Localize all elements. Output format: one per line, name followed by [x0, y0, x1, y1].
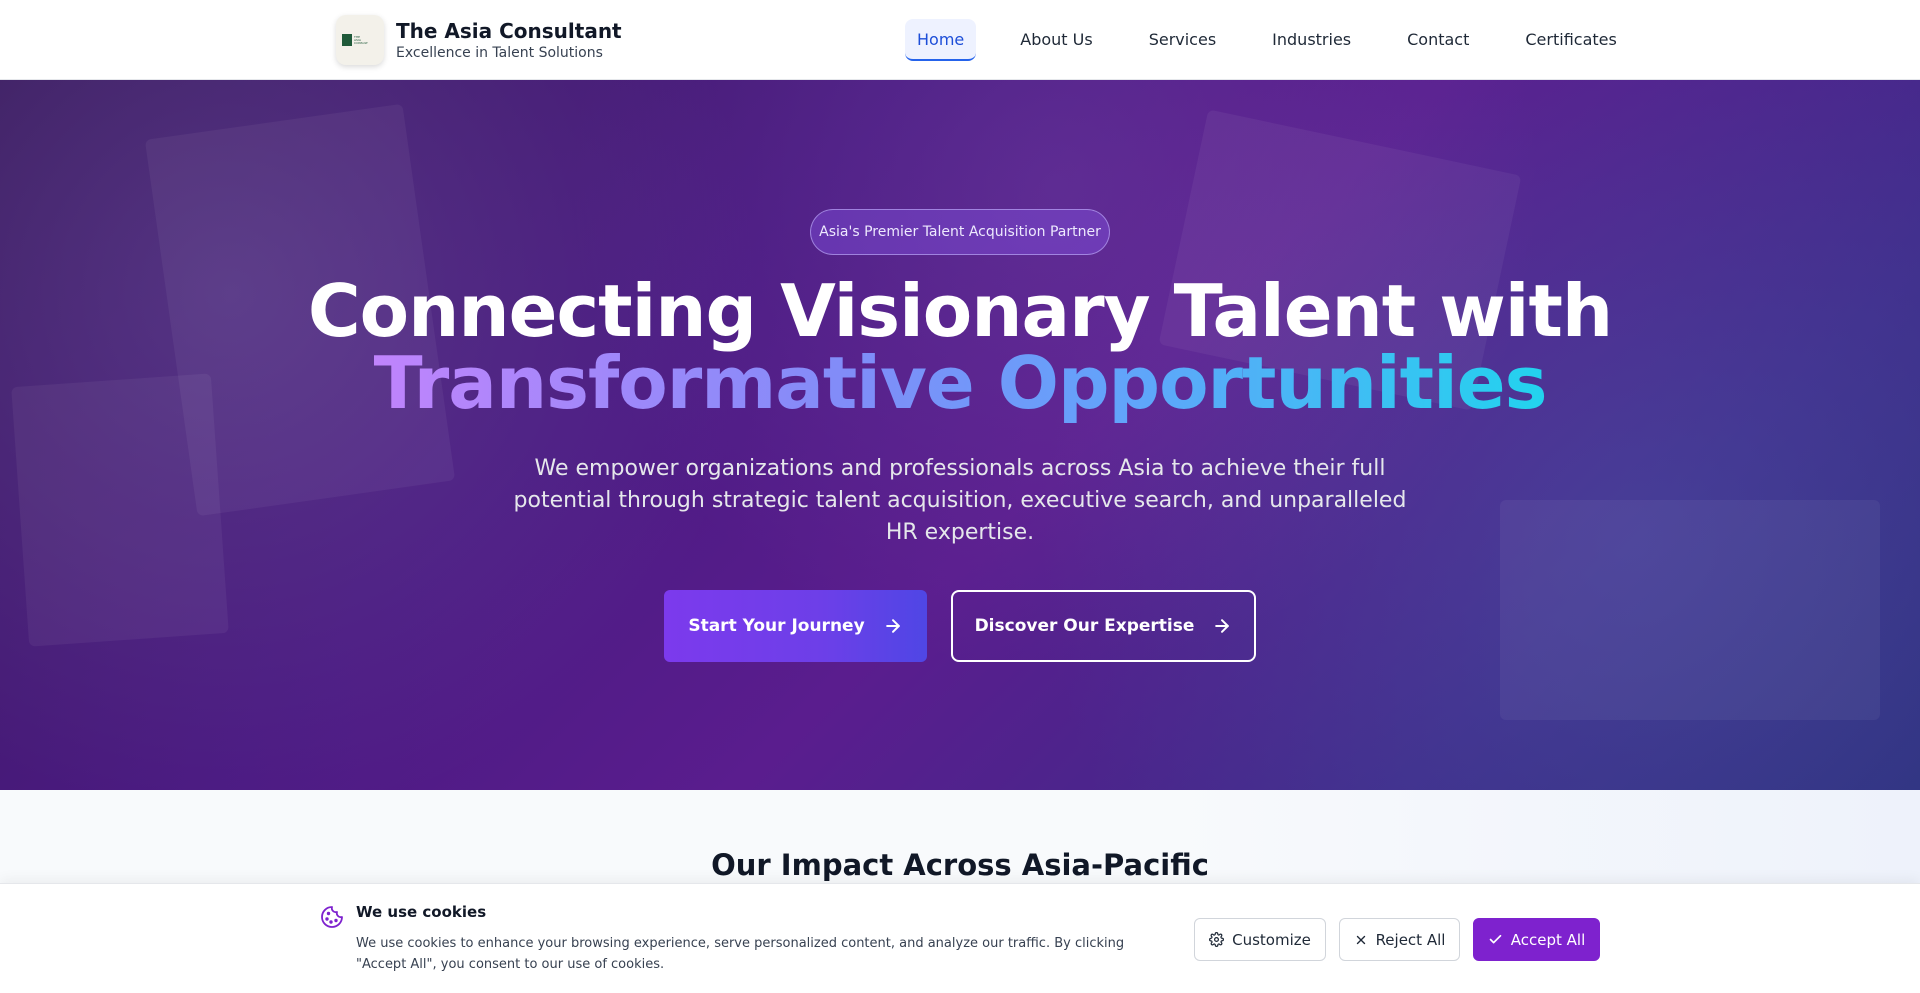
- customize-label: Customize: [1232, 930, 1311, 949]
- brand-title: The Asia Consultant: [396, 19, 622, 43]
- logo[interactable]: THE ASIA CONSULT: [336, 15, 384, 65]
- brand-subtitle: Excellence in Talent Solutions: [396, 45, 603, 61]
- logo-mark: [342, 34, 352, 46]
- nav-certificates[interactable]: Certificates: [1513, 19, 1628, 61]
- nav-home[interactable]: Home: [905, 19, 977, 61]
- accept-all-button[interactable]: Accept All: [1473, 918, 1600, 961]
- impact-title: Our Impact Across Asia-Pacific: [711, 848, 1209, 882]
- site-header: THE ASIA CONSULT The Asia Consultant Excel…: [0, 0, 1920, 80]
- nav-contact[interactable]: Contact: [1395, 19, 1481, 61]
- hero-headline-gradient: Transformative Opportunities: [373, 341, 1548, 425]
- discover-expertise-button[interactable]: Discover Our Expertise: [951, 590, 1256, 662]
- brand-text: The Asia Consultant Excellence in Talent…: [396, 18, 622, 62]
- hero-badge: Asia's Premier Talent Acquisition Partne…: [810, 209, 1110, 255]
- close-icon: [1356, 935, 1365, 944]
- gear-icon: [1209, 932, 1225, 947]
- brand[interactable]: THE ASIA CONSULT The Asia Consultant Excel…: [336, 15, 622, 65]
- reject-all-button[interactable]: Reject All: [1339, 918, 1460, 961]
- customize-button[interactable]: Customize: [1194, 918, 1326, 961]
- logo-lettering: THE ASIA CONSULT: [354, 34, 368, 45]
- hero-section: Asia's Premier Talent Acquisition Partne…: [0, 80, 1920, 790]
- hero-lead: We empower organizations and professiona…: [513, 456, 1407, 545]
- background-shape: [1500, 500, 1880, 720]
- start-journey-button[interactable]: Start Your Journey: [664, 590, 927, 662]
- start-journey-label: Start Your Journey: [688, 616, 865, 636]
- discover-expertise-label: Discover Our Expertise: [974, 616, 1195, 636]
- accept-all-label: Accept All: [1510, 930, 1586, 949]
- nav-about-us[interactable]: About Us: [1008, 19, 1104, 61]
- cookie-icon: [321, 906, 343, 928]
- nav-industries[interactable]: Industries: [1260, 19, 1363, 61]
- arrow-right-icon: [885, 619, 900, 633]
- hero-headline-highlight: Transformative Opportunities: [0, 347, 1920, 419]
- arrow-right-icon: [1215, 619, 1230, 633]
- cookie-title: We use cookies: [356, 903, 487, 921]
- check-icon: [1489, 934, 1502, 944]
- nav-services[interactable]: Services: [1137, 19, 1228, 61]
- hero-headline: Connecting Visionary Talent with: [307, 269, 1613, 353]
- main-nav: Home About Us Services Industries Contac…: [905, 19, 1629, 61]
- logo-graphic: THE ASIA CONSULT: [342, 31, 378, 49]
- cookie-description: We use cookies to enhance your browsing …: [356, 936, 1125, 972]
- reject-all-label: Reject All: [1375, 930, 1446, 949]
- cookie-banner: We use cookies We use cookies to enhance…: [0, 883, 1920, 993]
